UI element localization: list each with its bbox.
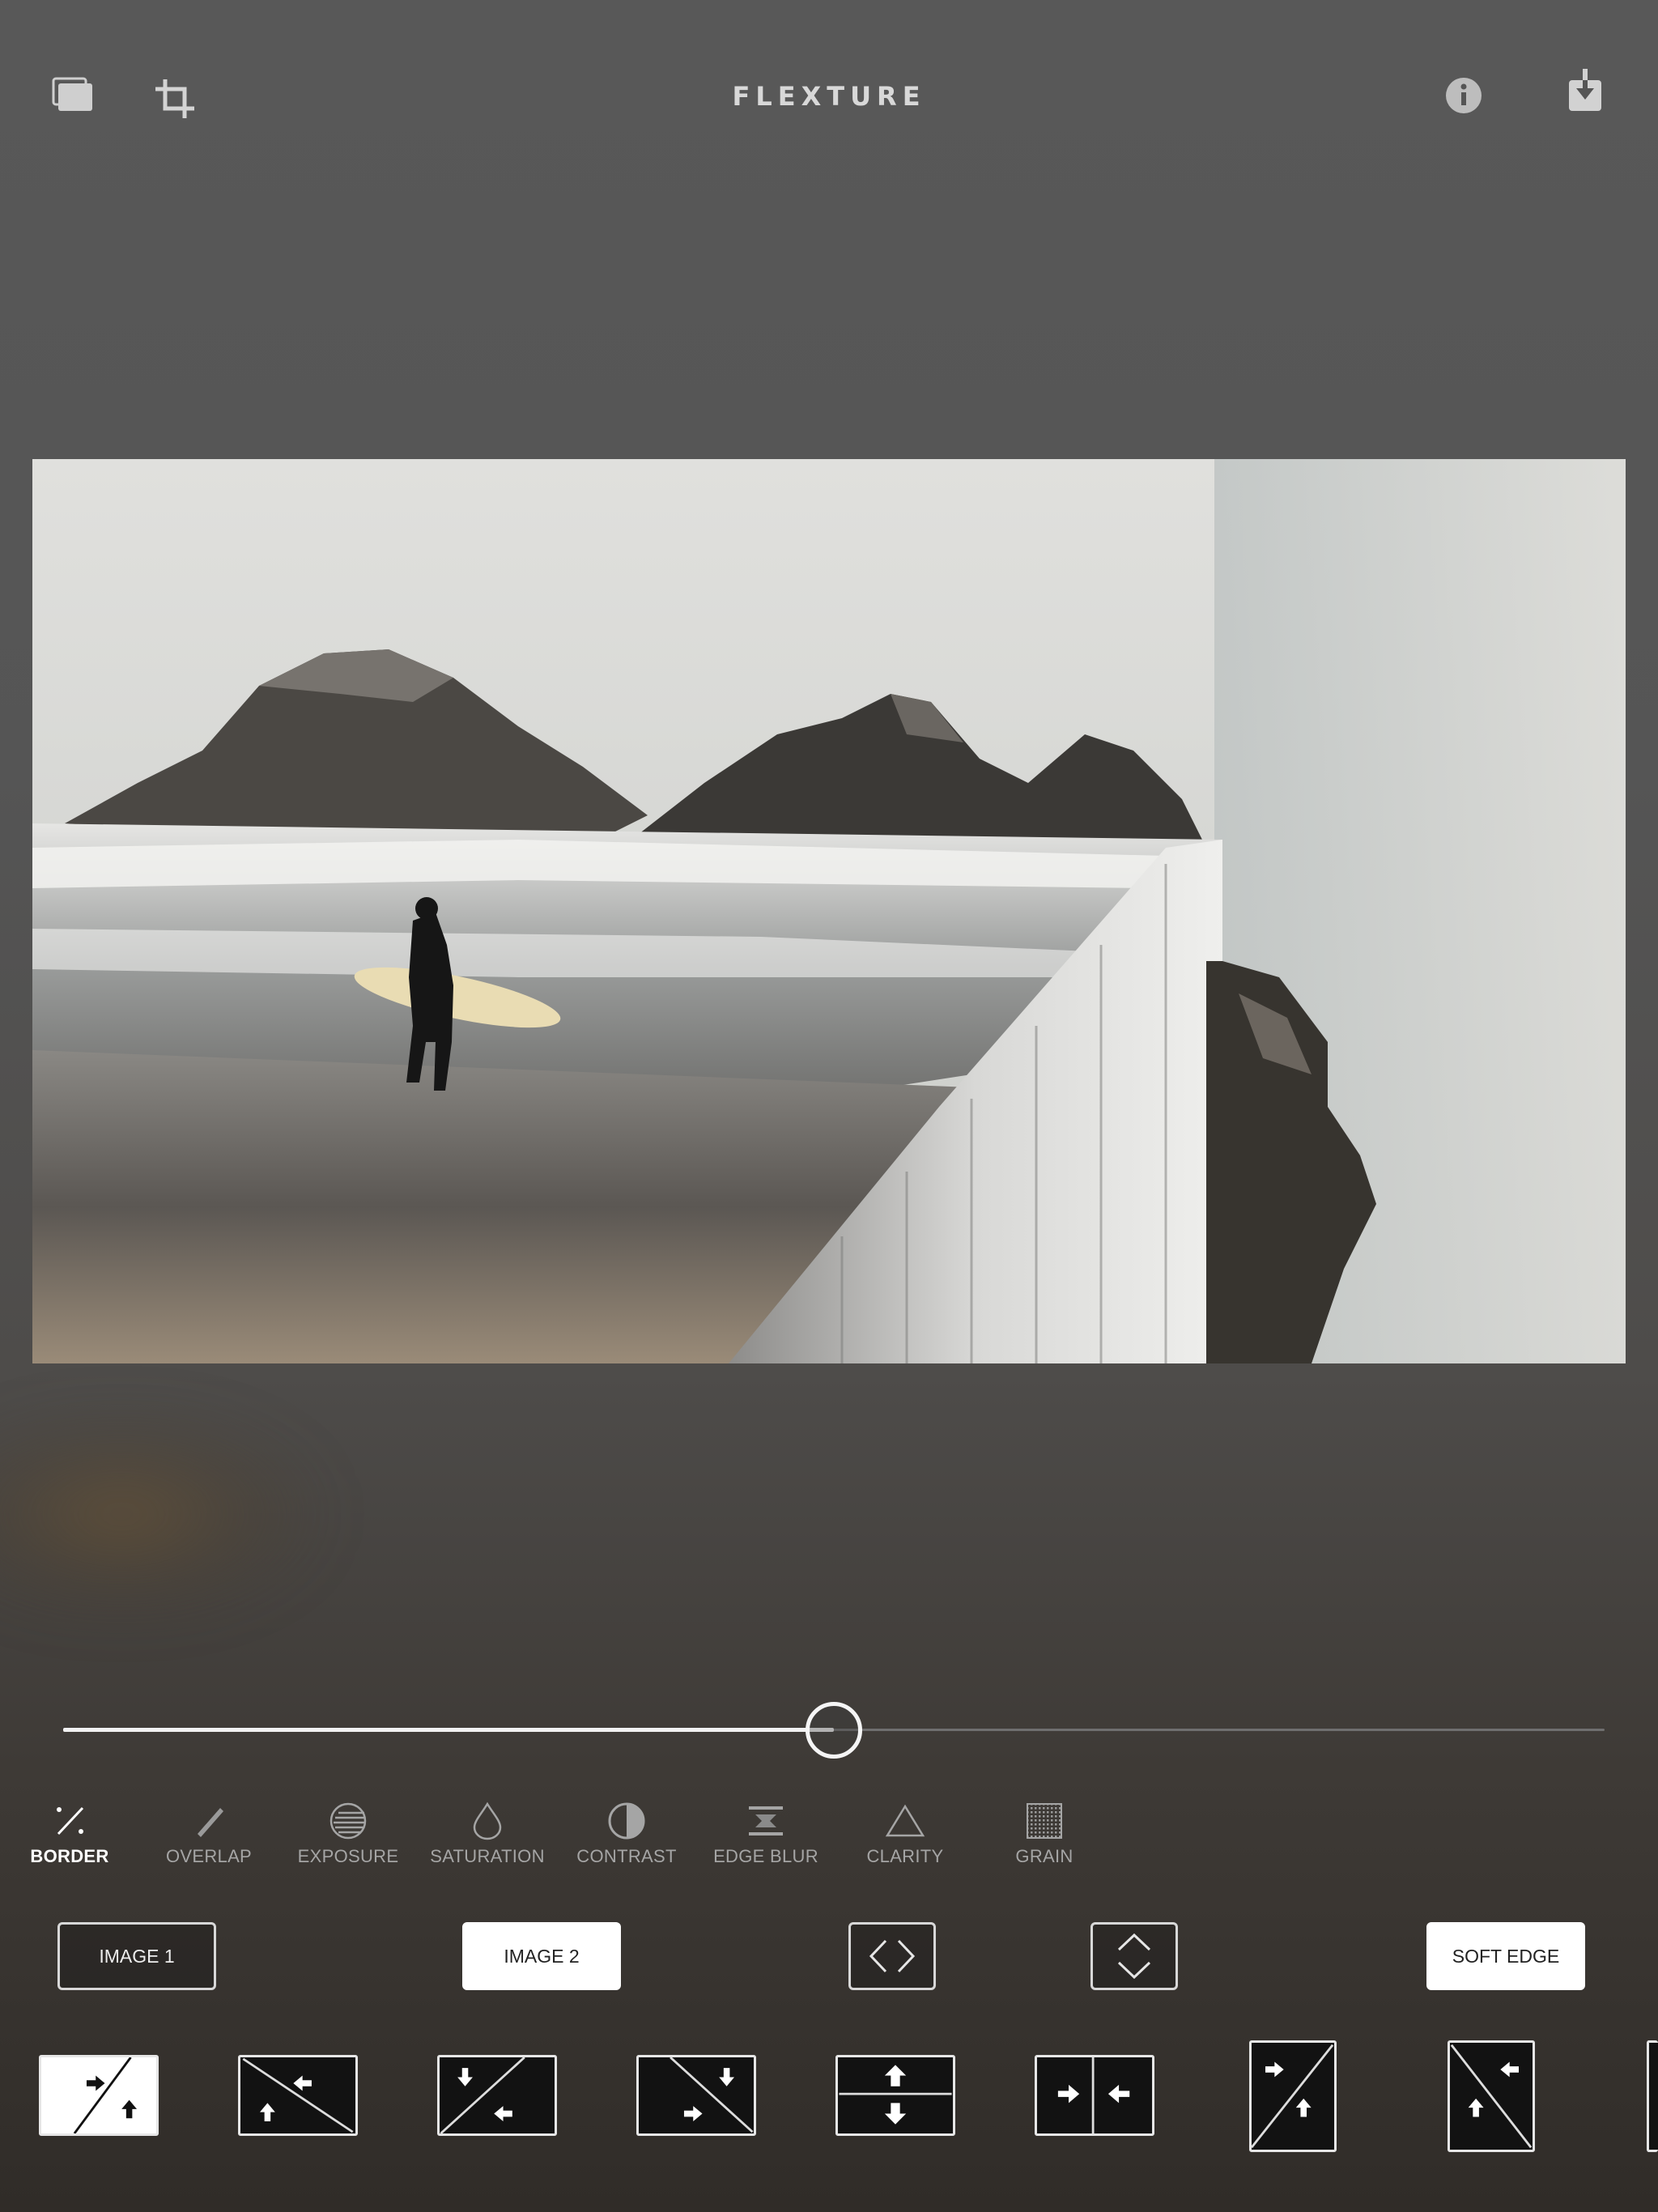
flip-horizontal-icon [869,1939,916,1973]
tab-border[interactable]: BORDER [0,1796,139,1877]
exposure-icon [278,1796,418,1846]
image1-button[interactable]: IMAGE 1 [57,1922,216,1990]
transition-diagonal-left-up[interactable] [238,2055,358,2136]
tab-label: EXPOSURE [297,1846,399,1866]
tab-exposure[interactable]: EXPOSURE [278,1796,418,1877]
slider-fill [63,1728,834,1732]
tab-label: CONTRAST [576,1846,677,1866]
flip-vertical-button[interactable] [1090,1922,1178,1990]
overlap-icon [139,1796,278,1846]
transition-diagonal-down-left[interactable] [437,2055,557,2136]
tab-label: EDGE BLUR [713,1846,818,1866]
tab-label: SATURATION [430,1846,545,1866]
diagonal-right-down-icon [670,2057,754,2133]
tab-label: BORDER [30,1846,109,1866]
edge-blur-icon [696,1796,835,1846]
transition-split-horizontal[interactable] [1035,2055,1154,2136]
transition-more[interactable] [1647,2040,1658,2152]
diagonal-down-left-icon [440,2057,525,2133]
flip-horizontal-button[interactable] [848,1922,936,1990]
app-title: FLEXTURE [732,81,926,112]
portrait-diagonal-left-up-icon [1450,2044,1533,2149]
tab-clarity[interactable]: CLARITY [835,1796,975,1877]
transition-portrait-diagonal-left-up[interactable] [1448,2040,1535,2152]
transition-diagonal-right-up[interactable] [39,2055,159,2136]
tool-tabs: BORDER OVERLAP EXPOSURE SATURATION CONTR… [0,1796,1133,1877]
transition-diagonal-right-down[interactable] [636,2055,756,2136]
border-icon [0,1796,139,1846]
tab-contrast[interactable]: CONTRAST [557,1796,696,1877]
soft-edge-button[interactable]: SOFT EDGE [1426,1922,1585,1990]
top-bar: FLEXTURE [0,0,1658,194]
diagonal-left-up-icon [242,2057,354,2133]
tab-edge-blur[interactable]: EDGE BLUR [696,1796,835,1877]
slider-thumb[interactable] [806,1702,862,1759]
split-horizontal-icon [1057,2057,1130,2133]
saturation-icon [418,1796,557,1846]
tab-label: CLARITY [866,1846,944,1866]
clarity-icon [835,1796,975,1846]
image-canvas[interactable] [32,459,1626,1363]
portrait-diagonal-right-up-icon [1252,2044,1334,2149]
tab-grain[interactable]: GRAIN [975,1796,1114,1877]
tab-saturation[interactable]: SATURATION [418,1796,557,1877]
image2-button[interactable]: IMAGE 2 [462,1922,621,1990]
download-icon[interactable] [1566,68,1605,113]
split-vertical-icon [839,2065,952,2125]
transition-split-vertical[interactable] [835,2055,955,2136]
grain-icon [975,1796,1114,1846]
info-icon[interactable] [1444,76,1483,115]
contrast-icon [557,1796,696,1846]
diagonal-right-up-icon [73,2057,137,2133]
flip-vertical-icon [1117,1933,1151,1980]
transition-portrait-diagonal-right-up[interactable] [1249,2040,1337,2152]
background-blur [0,1409,324,1619]
tab-overlap[interactable]: OVERLAP [139,1796,278,1877]
tab-label: OVERLAP [165,1846,253,1866]
tab-label: GRAIN [1015,1846,1073,1866]
adjustment-slider[interactable] [63,1702,1605,1759]
